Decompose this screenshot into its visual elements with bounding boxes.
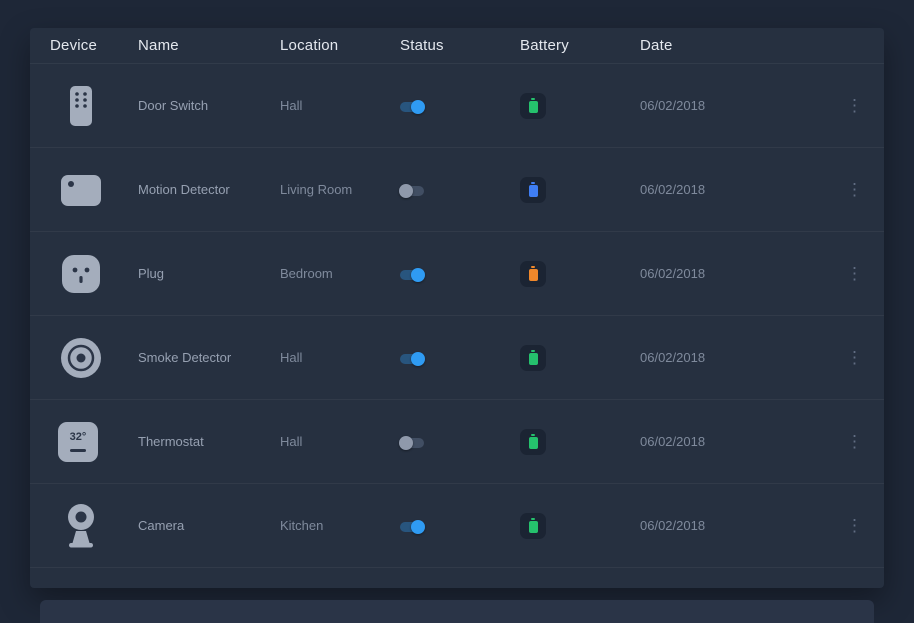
device-location: Hall bbox=[280, 350, 400, 365]
toggle-knob bbox=[411, 100, 425, 114]
actions-cell: ⋮ bbox=[840, 177, 869, 202]
camera-icon bbox=[58, 503, 104, 549]
battery-cell bbox=[520, 429, 640, 455]
thermostat-line bbox=[70, 449, 86, 452]
battery-cell bbox=[520, 345, 640, 371]
battery-icon bbox=[529, 101, 538, 113]
device-location: Bedroom bbox=[280, 266, 400, 281]
column-header-date: Date bbox=[640, 37, 840, 54]
device-date: 06/02/2018 bbox=[640, 350, 840, 365]
device-location: Living Room bbox=[280, 182, 400, 197]
status-toggle[interactable] bbox=[400, 522, 424, 532]
thermostat-icon: 32° bbox=[58, 422, 98, 462]
battery-icon bbox=[529, 353, 538, 365]
row-menu-button[interactable]: ⋮ bbox=[840, 513, 869, 538]
status-toggle[interactable] bbox=[400, 102, 424, 112]
table-row: Smoke Detector Hall 06/02/2018 ⋮ bbox=[30, 316, 884, 400]
thermostat-temp-label: 32° bbox=[70, 432, 87, 443]
row-menu-button[interactable]: ⋮ bbox=[840, 177, 869, 202]
status-cell bbox=[400, 182, 520, 197]
battery-indicator bbox=[520, 177, 546, 203]
column-header-location: Location bbox=[280, 37, 400, 54]
status-cell bbox=[400, 350, 520, 365]
motion-detector-icon bbox=[58, 167, 104, 213]
status-cell bbox=[400, 518, 520, 533]
toggle-knob bbox=[411, 268, 425, 282]
battery-indicator bbox=[520, 513, 546, 539]
device-date: 06/02/2018 bbox=[640, 98, 840, 113]
actions-cell: ⋮ bbox=[840, 93, 869, 118]
battery-indicator bbox=[520, 345, 546, 371]
device-location: Kitchen bbox=[280, 518, 400, 533]
table-row: Plug Bedroom 06/02/2018 ⋮ bbox=[30, 232, 884, 316]
status-toggle[interactable] bbox=[400, 438, 424, 448]
device-table-panel: Device Name Location Status Battery Date… bbox=[30, 28, 884, 588]
status-toggle[interactable] bbox=[400, 354, 424, 364]
door-switch-icon bbox=[58, 83, 104, 129]
row-menu-button[interactable]: ⋮ bbox=[840, 345, 869, 370]
battery-indicator bbox=[520, 261, 546, 287]
toggle-knob bbox=[411, 520, 425, 534]
device-date: 06/02/2018 bbox=[640, 266, 840, 281]
smoke-detector-icon bbox=[58, 335, 104, 381]
status-toggle[interactable] bbox=[400, 270, 424, 280]
device-icon-cell bbox=[50, 167, 138, 213]
table-row: Motion Detector Living Room 06/02/2018 ⋮ bbox=[30, 148, 884, 232]
toggle-knob bbox=[411, 352, 425, 366]
device-name: Camera bbox=[138, 518, 280, 533]
device-name: Thermostat bbox=[138, 434, 280, 449]
device-icon-cell bbox=[50, 335, 138, 381]
actions-cell: ⋮ bbox=[840, 261, 869, 286]
battery-icon bbox=[529, 185, 538, 197]
device-icon-cell bbox=[50, 251, 138, 297]
device-date: 06/02/2018 bbox=[640, 182, 840, 197]
device-icon-cell: 32° bbox=[50, 422, 138, 462]
row-menu-button[interactable]: ⋮ bbox=[840, 261, 869, 286]
status-cell bbox=[400, 98, 520, 113]
battery-indicator bbox=[520, 93, 546, 119]
table-header: Device Name Location Status Battery Date bbox=[30, 28, 884, 64]
battery-cell bbox=[520, 513, 640, 539]
column-header-status: Status bbox=[400, 37, 520, 54]
battery-indicator bbox=[520, 429, 546, 455]
actions-cell: ⋮ bbox=[840, 513, 869, 538]
column-header-device: Device bbox=[50, 37, 138, 54]
device-name: Motion Detector bbox=[138, 182, 280, 197]
table-row: 32° Thermostat Hall 06/02/2018 ⋮ bbox=[30, 400, 884, 484]
device-name: Door Switch bbox=[138, 98, 280, 113]
device-icon-cell bbox=[50, 503, 138, 549]
battery-cell bbox=[520, 261, 640, 287]
toggle-knob bbox=[399, 184, 413, 198]
device-date: 06/02/2018 bbox=[640, 518, 840, 533]
table-row: Camera Kitchen 06/02/2018 ⋮ bbox=[30, 484, 884, 568]
device-icon-cell bbox=[50, 83, 138, 129]
status-cell bbox=[400, 266, 520, 281]
column-header-battery: Battery bbox=[520, 37, 640, 54]
row-menu-button[interactable]: ⋮ bbox=[840, 429, 869, 454]
battery-icon bbox=[529, 269, 538, 281]
device-location: Hall bbox=[280, 434, 400, 449]
row-menu-button[interactable]: ⋮ bbox=[840, 93, 869, 118]
device-name: Plug bbox=[138, 266, 280, 281]
table-row: Door Switch Hall 06/02/2018 ⋮ bbox=[30, 64, 884, 148]
battery-icon bbox=[529, 521, 538, 533]
device-name: Smoke Detector bbox=[138, 350, 280, 365]
column-header-name: Name bbox=[138, 37, 280, 54]
device-date: 06/02/2018 bbox=[640, 434, 840, 449]
plug-icon bbox=[58, 251, 104, 297]
battery-cell bbox=[520, 177, 640, 203]
battery-cell bbox=[520, 93, 640, 119]
actions-cell: ⋮ bbox=[840, 429, 869, 454]
device-location: Hall bbox=[280, 98, 400, 113]
actions-cell: ⋮ bbox=[840, 345, 869, 370]
toggle-knob bbox=[399, 436, 413, 450]
battery-icon bbox=[529, 437, 538, 449]
status-toggle[interactable] bbox=[400, 186, 424, 196]
footer-bar bbox=[40, 600, 874, 623]
status-cell bbox=[400, 434, 520, 449]
